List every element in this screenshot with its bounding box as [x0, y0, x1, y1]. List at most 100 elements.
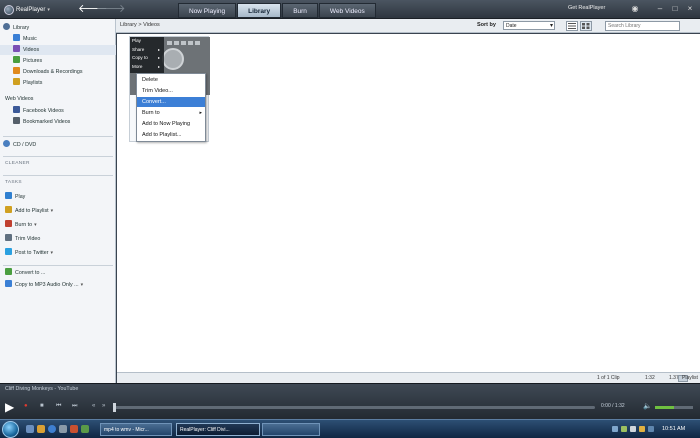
maximize-icon[interactable]: □ [670, 4, 680, 14]
tray-icon[interactable] [639, 426, 645, 432]
tab-library[interactable]: Library [237, 3, 282, 18]
media-icon[interactable] [59, 425, 67, 433]
previous-icon[interactable]: ⏮ [56, 403, 61, 410]
logo-text: RealPlayer [16, 6, 46, 13]
playlist-toggle[interactable]: Playlist [682, 375, 698, 381]
overlay-item-more[interactable]: More ▸ [132, 63, 162, 71]
sidebar-item-trim-video[interactable]: Trim Video [0, 234, 116, 244]
get-realplayer-link[interactable]: Get RealPlayer [568, 5, 605, 11]
chevron-down-icon[interactable]: ▾ [51, 208, 54, 214]
music-icon [13, 34, 20, 41]
record-icon[interactable]: ● [24, 403, 28, 409]
sidebar-item-convert-to[interactable]: Convert to ... [0, 268, 116, 278]
web-videos-label: Web Videos [5, 96, 34, 102]
overlay-item-play[interactable]: Play [132, 37, 162, 45]
search-library-input[interactable] [605, 21, 680, 31]
tab-burn[interactable]: Burn [282, 3, 318, 18]
chevron-down-icon[interactable]: ▾ [50, 250, 53, 256]
video-play-icon[interactable] [162, 48, 184, 70]
sidebar-item-bookmarked-videos[interactable]: Bookmarked Videos [0, 117, 116, 127]
sidebar-item-burn-to[interactable]: Burn to ▾ [0, 220, 116, 230]
play-icon[interactable]: ▶ [5, 400, 19, 414]
sidebar-item-play[interactable]: Play [0, 192, 116, 202]
sidebar-divider [3, 175, 113, 176]
app-icon[interactable] [81, 425, 89, 433]
eye-icon[interactable]: ◉ [630, 4, 640, 14]
tray-icon[interactable] [612, 426, 618, 432]
seek-bar[interactable] [113, 406, 595, 409]
fast-forward-icon[interactable]: » [102, 403, 105, 409]
menu-item-label: Add to Playlist... [142, 132, 182, 138]
taskbar-button[interactable] [262, 423, 320, 436]
trim-icon [5, 234, 12, 241]
menu-item-delete[interactable]: Delete [137, 75, 205, 85]
sidebar-item-post-to-twitter[interactable]: Post to Twitter ▾ [0, 248, 116, 258]
minimize-icon[interactable]: – [655, 4, 665, 14]
overlay-item-copy-to[interactable]: Copy to ▸ [132, 54, 162, 62]
volume-tray-icon[interactable] [630, 426, 636, 432]
chevron-right-icon: ▸ [157, 55, 160, 60]
stop-icon[interactable]: ■ [40, 403, 44, 409]
sidebar-divider [3, 265, 113, 266]
seek-handle[interactable] [113, 403, 116, 412]
taskbar-button[interactable]: mp4 to wmv - Micr... [100, 423, 172, 436]
chevron-down-icon[interactable]: ▾ [34, 222, 37, 228]
rewind-icon[interactable]: « [92, 403, 95, 409]
explorer-icon[interactable] [37, 425, 45, 433]
grid-view-icon[interactable] [580, 21, 592, 31]
sidebar-item-label: Post to Twitter [15, 250, 49, 256]
sidebar-item-music[interactable]: Music [0, 34, 116, 44]
menu-item-add-to-now-playing[interactable]: Add to Now Playing [137, 119, 205, 129]
tab-now-playing[interactable]: Now Playing [178, 3, 237, 18]
taskbar-clock[interactable]: 10:51 AM [662, 426, 685, 432]
burn-icon [5, 220, 12, 227]
sidebar-cd-dvd[interactable]: CD / DVD [0, 140, 116, 150]
sidebar-item-add-to-playlist[interactable]: Add to Playlist ▾ [0, 206, 116, 216]
tab-web-videos[interactable]: Web Videos [318, 3, 376, 18]
sidebar-item-videos[interactable]: Videos [0, 45, 116, 55]
sidebar-item-facebook-videos[interactable]: Facebook Videos [0, 106, 116, 116]
menu-item-add-to-playlist[interactable]: Add to Playlist... [137, 130, 205, 140]
chevron-right-icon: ▸ [199, 110, 202, 116]
browser-icon[interactable] [48, 425, 56, 433]
sidebar-item-playlists[interactable]: Playlists [0, 78, 116, 88]
app-icon[interactable] [70, 425, 78, 433]
cleaner-header: CLEANER [5, 161, 30, 166]
show-desktop-icon[interactable] [26, 425, 34, 433]
list-view-icon[interactable] [566, 21, 578, 31]
sidebar-item-pictures[interactable]: Pictures [0, 56, 116, 66]
player-controls: Cliff Diving Monkeys - YouTube ▶ ● ■ ⏮ ⏭… [0, 383, 700, 419]
forward-arrow-icon[interactable]: 🡒 [96, 3, 126, 15]
sidebar-library-label: Library [13, 25, 30, 31]
next-icon[interactable]: ⏭ [72, 403, 77, 410]
status-bar: 1 of 1 Clip 1:32 1.37MB Playlist [117, 372, 700, 383]
tray-icon[interactable] [648, 426, 654, 432]
realplayer-logo[interactable]: RealPlayer ▾ [4, 3, 54, 16]
chevron-down-icon[interactable]: ▾ [81, 282, 84, 288]
sort-by-select[interactable]: Date [503, 21, 555, 30]
sidebar-library[interactable]: Library [0, 23, 116, 33]
menu-item-burn-to[interactable]: Burn to ▸ [137, 108, 205, 118]
sidebar: Library Web Videos CD / DVD CLEANER TASK… [0, 19, 116, 383]
clip-count: 1 of 1 Clip [597, 375, 620, 381]
sidebar-item-copy-to-mp3-audio-only[interactable]: Copy to MP3 Audio Only ... ▾ [0, 280, 116, 290]
add-playlist-icon [5, 206, 12, 213]
sidebar-item-label: Downloads & Recordings [23, 69, 83, 75]
taskbar-button[interactable]: RealPlayer: Cliff Divi... [176, 423, 260, 436]
sidebar-item-label: Videos [23, 47, 40, 53]
start-button[interactable] [2, 421, 19, 438]
menu-item-label: Add to Now Playing [142, 121, 190, 127]
sidebar-item-label: Music [23, 36, 37, 42]
menu-item-convert[interactable]: Convert... [137, 97, 205, 107]
sidebar-item-downloads-recordings[interactable]: Downloads & Recordings [0, 67, 116, 77]
speaker-icon[interactable]: 🔈 [643, 402, 652, 410]
volume-level[interactable] [655, 406, 674, 409]
breadcrumb[interactable]: Library > Videos [120, 22, 160, 28]
network-icon[interactable] [621, 426, 627, 432]
close-icon[interactable]: × [685, 4, 695, 14]
sidebar-web-videos[interactable]: Web Videos [0, 94, 116, 104]
sidebar-item-label: Copy to MP3 Audio Only ... [15, 282, 79, 288]
sidebar-item-label: Add to Playlist [15, 208, 49, 214]
overlay-item-share[interactable]: Share ▸ [132, 46, 162, 54]
menu-item-trim-video[interactable]: Trim Video... [137, 86, 205, 96]
